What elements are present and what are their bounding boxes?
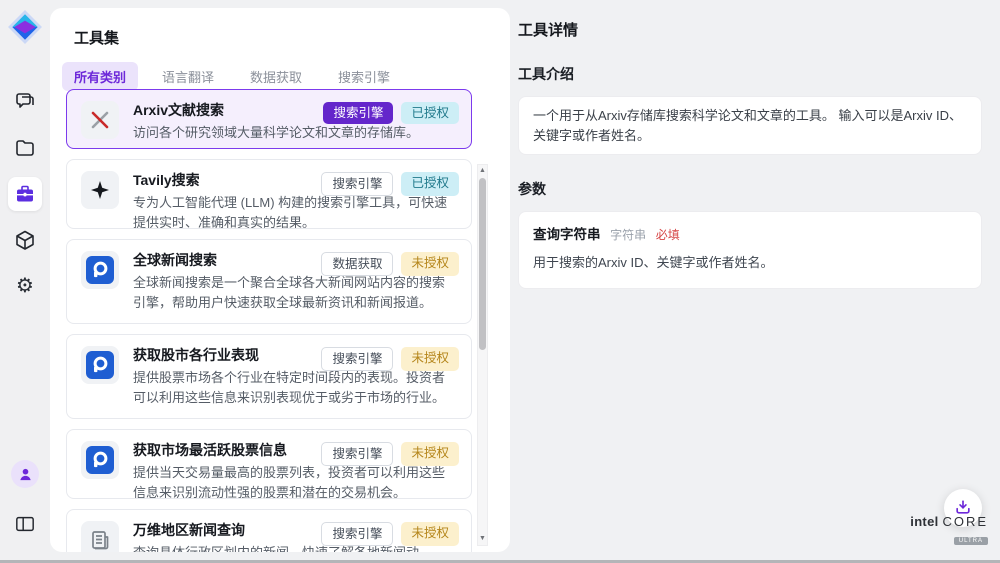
tool-description: 提供当天交易量最高的股票列表，投资者可以利用这些信息来识别流动性强的股票和潜在的… [133, 463, 455, 499]
columns-layout-icon[interactable] [8, 509, 42, 539]
page-title: 工具集 [50, 8, 510, 48]
category-badge: 搜索引擎 [321, 442, 393, 466]
gear-icon[interactable]: ⚙ [8, 269, 42, 303]
intro-heading: 工具介绍 [518, 64, 982, 84]
auth-status-badge: 已授权 [401, 102, 459, 124]
parameter-name: 查询字符串 [533, 227, 601, 242]
category-badge: 搜索引擎 [321, 347, 393, 371]
chat-icon[interactable] [8, 85, 42, 119]
category-badge: 搜索引擎 [321, 522, 393, 546]
parameter-card: 查询字符串 字符串 必填 用于搜索的Arxiv ID、关键字或作者姓名。 [518, 211, 982, 289]
blue-q-icon [86, 446, 114, 474]
tool-card[interactable]: 万维地区新闻查询 查询具体行政区划内的新闻，快速了解各地新闻动 搜索引擎 未授权 [66, 509, 472, 552]
tool-details-panel: 工具详情 工具介绍 一个用于从Arxiv存储库搜索科学论文和文章的工具。 输入可… [510, 0, 1000, 563]
blue-q-icon [86, 256, 114, 284]
tool-card[interactable]: 获取市场最活跃股票信息 提供当天交易量最高的股票列表，投资者可以利用这些信息来识… [66, 429, 472, 499]
tool-icon [81, 346, 119, 384]
scrollbar-down-arrow[interactable]: ▼ [478, 533, 487, 545]
arxiv-x-icon [88, 108, 112, 132]
tool-list: Arxiv文献搜索 访问各个研究领域大量科学论文和文章的存储库。 搜索引擎 已授… [50, 85, 510, 552]
newspaper-icon [88, 528, 112, 552]
toolbox-icon[interactable] [8, 177, 42, 211]
list-scrollbar[interactable]: ▲ ▼ [477, 164, 488, 546]
tool-description: 全球新闻搜索是一个聚合全球各大新闻网站内容的搜索引擎，帮助用户快速获取全球最新资… [133, 273, 455, 312]
folder-icon[interactable] [8, 131, 42, 165]
category-badge: 搜索引擎 [321, 172, 393, 196]
auth-status-badge: 未授权 [401, 442, 459, 466]
tool-card[interactable]: 获取股市各行业表现 提供股票市场各个行业在特定时间段内的表现。投资者可以利用这些… [66, 334, 472, 419]
app-logo [7, 9, 43, 45]
intel-ultra-badge: ULTRA [954, 537, 988, 545]
tool-list-viewport: Arxiv文献搜索 访问各个研究领域大量科学论文和文章的存储库。 搜索引擎 已授… [50, 85, 510, 552]
auth-status-badge: 未授权 [401, 522, 459, 546]
auth-status-badge: 未授权 [401, 347, 459, 371]
category-badge: 数据获取 [321, 252, 393, 276]
tool-description: 访问各个研究领域大量科学论文和文章的存储库。 [133, 123, 455, 143]
intel-core-logo: intel CORE ULTRA [910, 514, 988, 547]
tool-card[interactable]: Arxiv文献搜索 访问各个研究领域大量科学论文和文章的存储库。 搜索引擎 已授… [66, 89, 472, 149]
scrollbar-thumb[interactable] [479, 178, 486, 350]
auth-status-badge: 已授权 [401, 172, 459, 196]
tool-icon [81, 101, 119, 139]
sparkle-icon [88, 178, 112, 202]
cube-icon[interactable] [8, 223, 42, 257]
scrollbar-up-arrow[interactable]: ▲ [478, 165, 487, 177]
category-badge: 搜索引擎 [323, 102, 393, 124]
tools-panel: 工具集 所有类别 语言翻译 数据获取 搜索引擎 [50, 8, 510, 552]
tool-description: 提供股票市场各个行业在特定时间段内的表现。投资者可以利用这些信息来识别表现优于或… [133, 368, 455, 407]
tool-icon [81, 441, 119, 479]
icon-rail: ⚙ [0, 0, 50, 563]
tool-card[interactable]: 全球新闻搜索 全球新闻搜索是一个聚合全球各大新闻网站内容的搜索引擎，帮助用户快速… [66, 239, 472, 324]
tool-icon [81, 171, 119, 209]
blue-q-icon [86, 351, 114, 379]
tool-card[interactable]: Tavily搜索 专为人工智能代理 (LLM) 构建的搜索引擎工具，可快速提供实… [66, 159, 472, 229]
tool-icon [81, 251, 119, 289]
auth-status-badge: 未授权 [401, 252, 459, 276]
intro-text-box: 一个用于从Arxiv存储库搜索科学论文和文章的工具。 输入可以是Arxiv ID… [518, 96, 982, 155]
tool-description: 专为人工智能代理 (LLM) 构建的搜索引擎工具，可快速提供实时、准确和真实的结… [133, 193, 455, 229]
parameter-description: 用于搜索的Arxiv ID、关键字或作者姓名。 [533, 253, 967, 273]
parameter-required-flag: 必填 [656, 228, 680, 242]
tool-icon [81, 521, 119, 552]
parameter-type: 字符串 [610, 228, 646, 242]
params-heading: 参数 [518, 179, 982, 199]
details-title: 工具详情 [518, 19, 982, 40]
user-avatar-icon[interactable] [8, 459, 42, 489]
